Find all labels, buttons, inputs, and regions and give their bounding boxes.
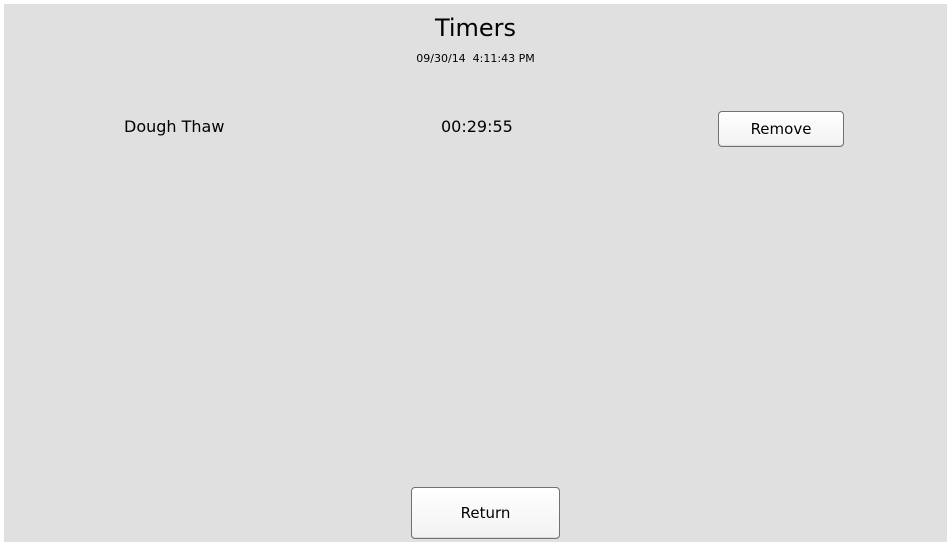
timer-remaining-time: 00:29:55	[441, 117, 513, 136]
return-button[interactable]: Return	[411, 487, 560, 539]
remove-timer-button[interactable]: Remove	[718, 111, 844, 147]
page-title: Timers	[434, 14, 517, 42]
timer-row: Dough Thaw 00:29:55 Remove	[4, 107, 947, 147]
current-datetime: 09/30/14 4:11:43 PM	[416, 52, 535, 65]
timer-name: Dough Thaw	[124, 117, 225, 136]
timers-screen: Timers 09/30/14 4:11:43 PM Dough Thaw 00…	[4, 4, 947, 542]
